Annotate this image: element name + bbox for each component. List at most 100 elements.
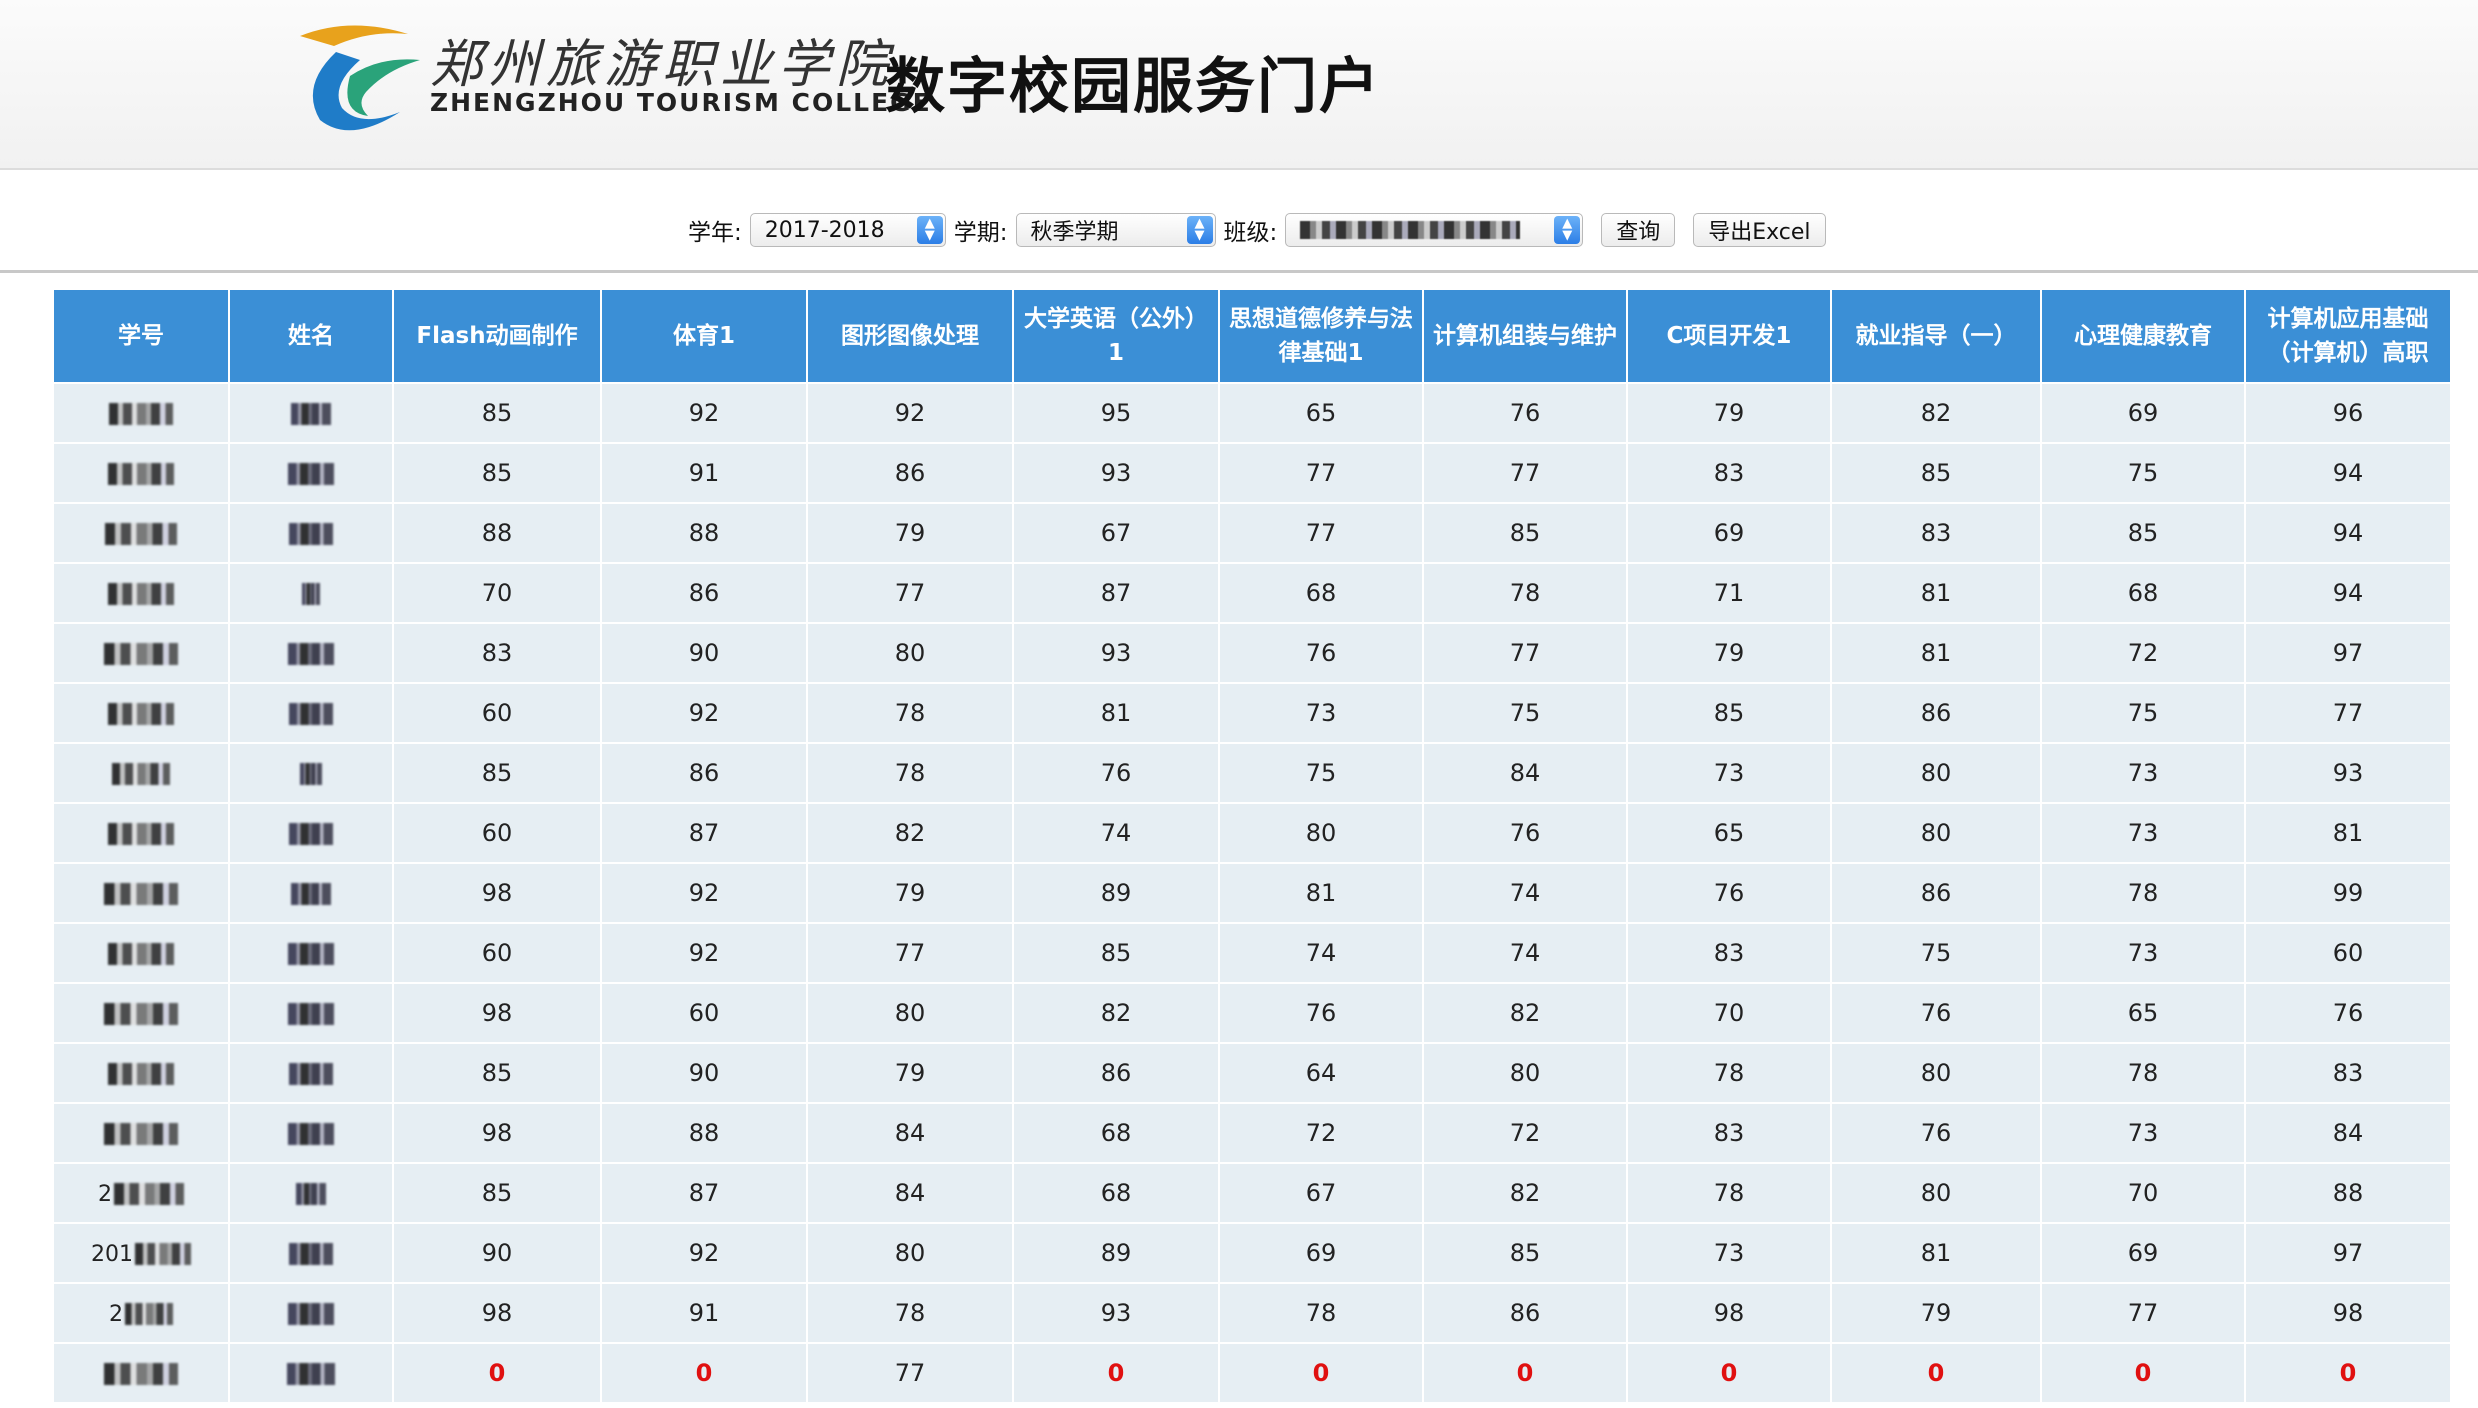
column-header: 计算机应用基础（计算机）高职: [2244, 288, 2452, 384]
table-row: 88 88 79 67 77 85 69 83 85 94: [52, 502, 2452, 564]
score-cell: 69: [2040, 382, 2246, 444]
score-cell: 77: [2040, 1282, 2246, 1344]
score-cell: 91: [600, 442, 808, 504]
student-name-cell: [228, 802, 394, 864]
score-cell: 80: [806, 622, 1014, 684]
year-select[interactable]: 2017-2018 ▲ ▼: [749, 213, 946, 247]
score-cell: 76: [1830, 1102, 2042, 1164]
score-cell: 88: [600, 502, 808, 564]
term-select[interactable]: 秋季学期 ▲ ▼: [1015, 213, 1216, 247]
table-row: 98 60 80 82 76 82 70 76 65 76: [52, 982, 2452, 1044]
redacted-student-name: [289, 823, 333, 845]
score-cell: 93: [1012, 622, 1220, 684]
table-row: 98 88 84 68 72 72 83 76 73 84: [52, 1102, 2452, 1164]
column-header: 计算机组装与维护: [1422, 288, 1628, 384]
score-cell: 86: [1422, 1282, 1628, 1344]
score-cell: 75: [2040, 442, 2246, 504]
export-excel-button[interactable]: 导出Excel: [1693, 213, 1826, 247]
score-cell: 86: [806, 442, 1014, 504]
redacted-student-name: [302, 583, 320, 605]
score-cell: 92: [600, 862, 808, 924]
table-row: 85 86 78 76 75 84 73 80 73 93: [52, 742, 2452, 804]
score-cell: 70: [2040, 1162, 2246, 1224]
score-cell: 86: [600, 742, 808, 804]
redacted-student-name: [289, 1063, 333, 1085]
redacted-student-id: [108, 823, 174, 845]
score-cell: 67: [1012, 502, 1220, 564]
score-cell: 82: [1830, 382, 2042, 444]
student-id-cell: [52, 862, 230, 924]
score-cell: 77: [1422, 442, 1628, 504]
score-cell: 72: [2040, 622, 2246, 684]
class-select[interactable]: ▲ ▼: [1285, 213, 1584, 247]
query-button[interactable]: 查询: [1601, 213, 1676, 247]
student-id-cell: [52, 502, 230, 564]
score-cell: 81: [1012, 682, 1220, 744]
score-cell: 82: [1422, 982, 1628, 1044]
score-cell: 94: [2244, 562, 2452, 624]
score-cell: 70: [392, 562, 602, 624]
student-id-prefix: 2: [98, 1181, 112, 1207]
score-cell: 77: [806, 1342, 1014, 1404]
student-id-cell: [52, 622, 230, 684]
table-row: 201 90 92 80 89 69 85 73 81 69 97: [52, 1222, 2452, 1284]
score-cell: 83: [2244, 1042, 2452, 1104]
score-cell: 80: [1830, 1162, 2042, 1224]
score-cell: 0: [2040, 1342, 2246, 1404]
score-cell: 79: [806, 1042, 1014, 1104]
student-id-cell: 2: [52, 1162, 230, 1224]
student-name-cell: [228, 622, 394, 684]
score-cell: 0: [600, 1342, 808, 1404]
score-cell: 98: [392, 862, 602, 924]
score-cell: 78: [806, 1282, 1014, 1344]
score-cell: 80: [1830, 802, 2042, 864]
score-cell: 78: [806, 682, 1014, 744]
student-id-cell: [52, 1342, 230, 1404]
score-cell: 60: [600, 982, 808, 1044]
score-cell: 77: [1422, 622, 1628, 684]
score-cell: 79: [806, 502, 1014, 564]
student-name-cell: [228, 682, 394, 744]
score-cell: 88: [392, 502, 602, 564]
table-row: 83 90 80 93 76 77 79 81 72 97: [52, 622, 2452, 684]
table-row: 0 0 77 0 0 0 0 0 0 0: [52, 1342, 2452, 1404]
score-cell: 90: [600, 1042, 808, 1104]
score-cell: 81: [1218, 862, 1424, 924]
score-cell: 83: [1626, 442, 1832, 504]
table-row: 60 92 77 85 74 74 83 75 73 60: [52, 922, 2452, 984]
score-cell: 76: [1422, 382, 1628, 444]
score-cell: 84: [2244, 1102, 2452, 1164]
column-header: 学号: [52, 288, 230, 384]
student-name-cell: [228, 1162, 394, 1224]
student-name-cell: [228, 562, 394, 624]
redacted-student-name: [288, 643, 334, 665]
redacted-student-name: [291, 403, 331, 425]
score-cell: 71: [1626, 562, 1832, 624]
score-cell: 75: [2040, 682, 2246, 744]
score-cell: 74: [1422, 862, 1628, 924]
score-cell: 68: [1218, 562, 1424, 624]
score-cell: 85: [392, 1162, 602, 1224]
score-cell: 69: [2040, 1222, 2246, 1284]
score-cell: 77: [1218, 502, 1424, 564]
student-id-cell: [52, 742, 230, 804]
redacted-student-id: [109, 403, 173, 425]
score-cell: 74: [1422, 922, 1628, 984]
redacted-student-id: [104, 883, 178, 905]
redacted-student-id: [108, 703, 174, 725]
score-cell: 82: [1422, 1162, 1628, 1224]
year-label: 学年:: [688, 220, 742, 246]
redacted-student-id: [105, 523, 177, 545]
score-cell: 76: [1626, 862, 1832, 924]
redacted-student-id: [108, 463, 174, 485]
score-cell: 90: [392, 1222, 602, 1284]
score-cell: 0: [1830, 1342, 2042, 1404]
score-cell: 67: [1218, 1162, 1424, 1224]
score-cell: 0: [2244, 1342, 2452, 1404]
redacted-student-name: [291, 883, 331, 905]
score-cell: 93: [1012, 442, 1220, 504]
score-cell: 81: [1830, 562, 2042, 624]
student-id-cell: [52, 922, 230, 984]
score-cell: 77: [806, 922, 1014, 984]
student-name-cell: [228, 1342, 394, 1404]
